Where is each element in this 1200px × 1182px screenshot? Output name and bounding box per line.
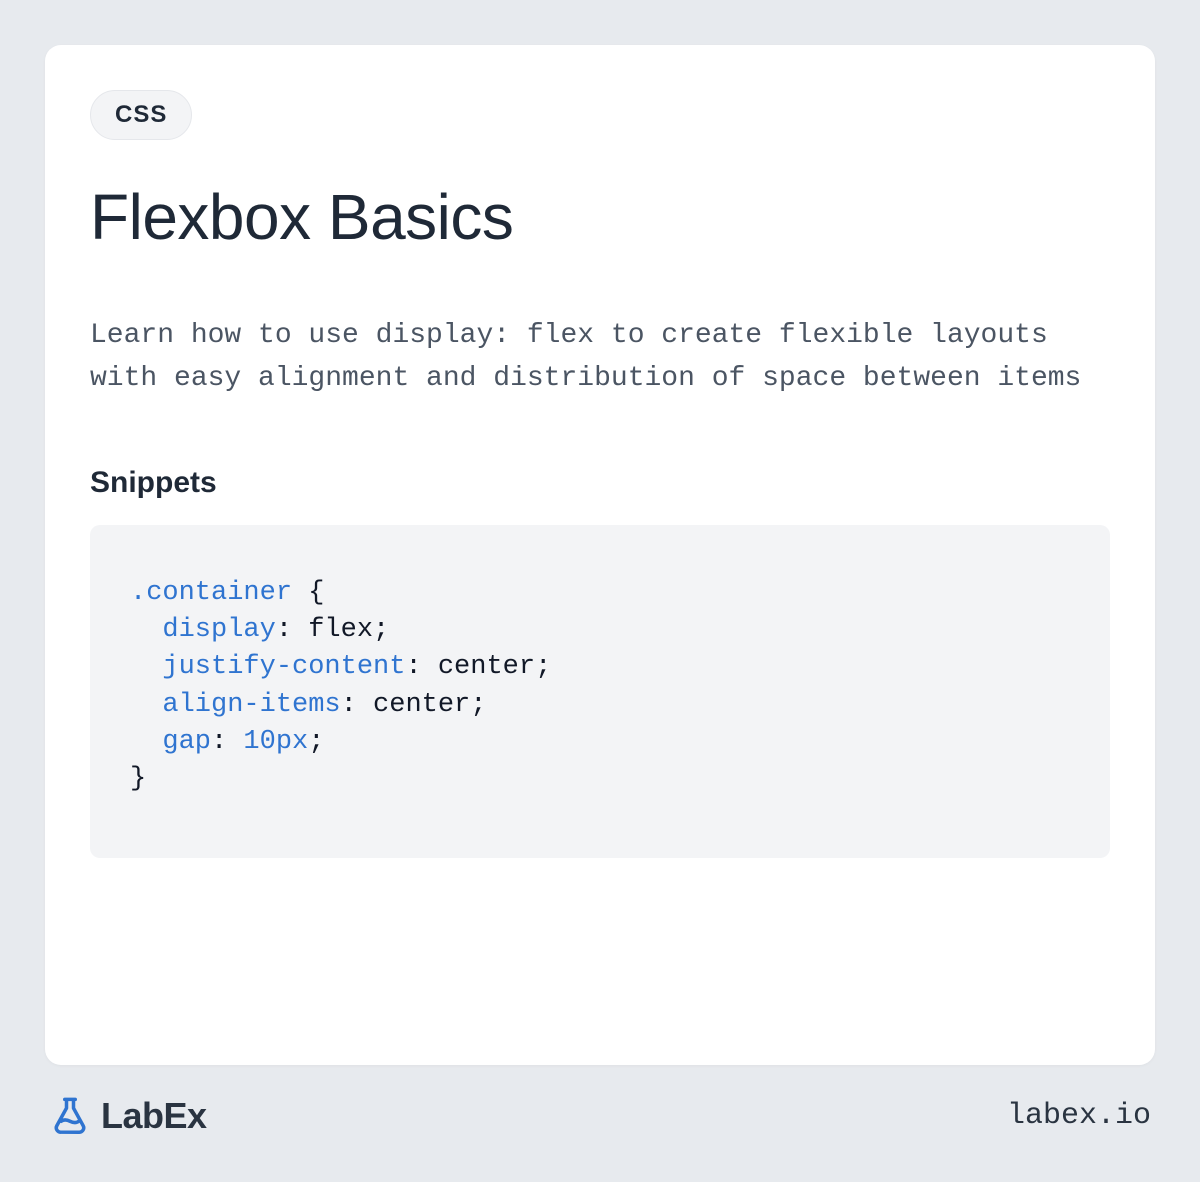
code-property: gap	[162, 727, 211, 757]
brand: LabEx	[49, 1095, 207, 1137]
page-description: Learn how to use display: flex to create…	[90, 314, 1110, 401]
site-url: labex.io	[1007, 1099, 1151, 1133]
flask-icon	[49, 1095, 91, 1137]
page-title: Flexbox Basics	[90, 180, 1110, 254]
code-snippet: .container { display: flex; justify-cont…	[90, 525, 1110, 859]
code-value: center	[438, 652, 535, 682]
code-brace-close: }	[130, 764, 146, 794]
content-card: CSS Flexbox Basics Learn how to use disp…	[45, 45, 1155, 1065]
footer: LabEx labex.io	[45, 1095, 1155, 1137]
code-property: display	[162, 615, 275, 645]
language-badge: CSS	[90, 90, 192, 140]
code-value: flex	[308, 615, 373, 645]
snippets-heading: Snippets	[90, 466, 1110, 500]
code-property: justify-content	[162, 652, 405, 682]
code-value: 10px	[243, 727, 308, 757]
code-value: center	[373, 690, 470, 720]
code-selector: .container	[130, 578, 292, 608]
code-brace-open: {	[292, 578, 324, 608]
brand-name: LabEx	[101, 1095, 207, 1137]
code-property: align-items	[162, 690, 340, 720]
